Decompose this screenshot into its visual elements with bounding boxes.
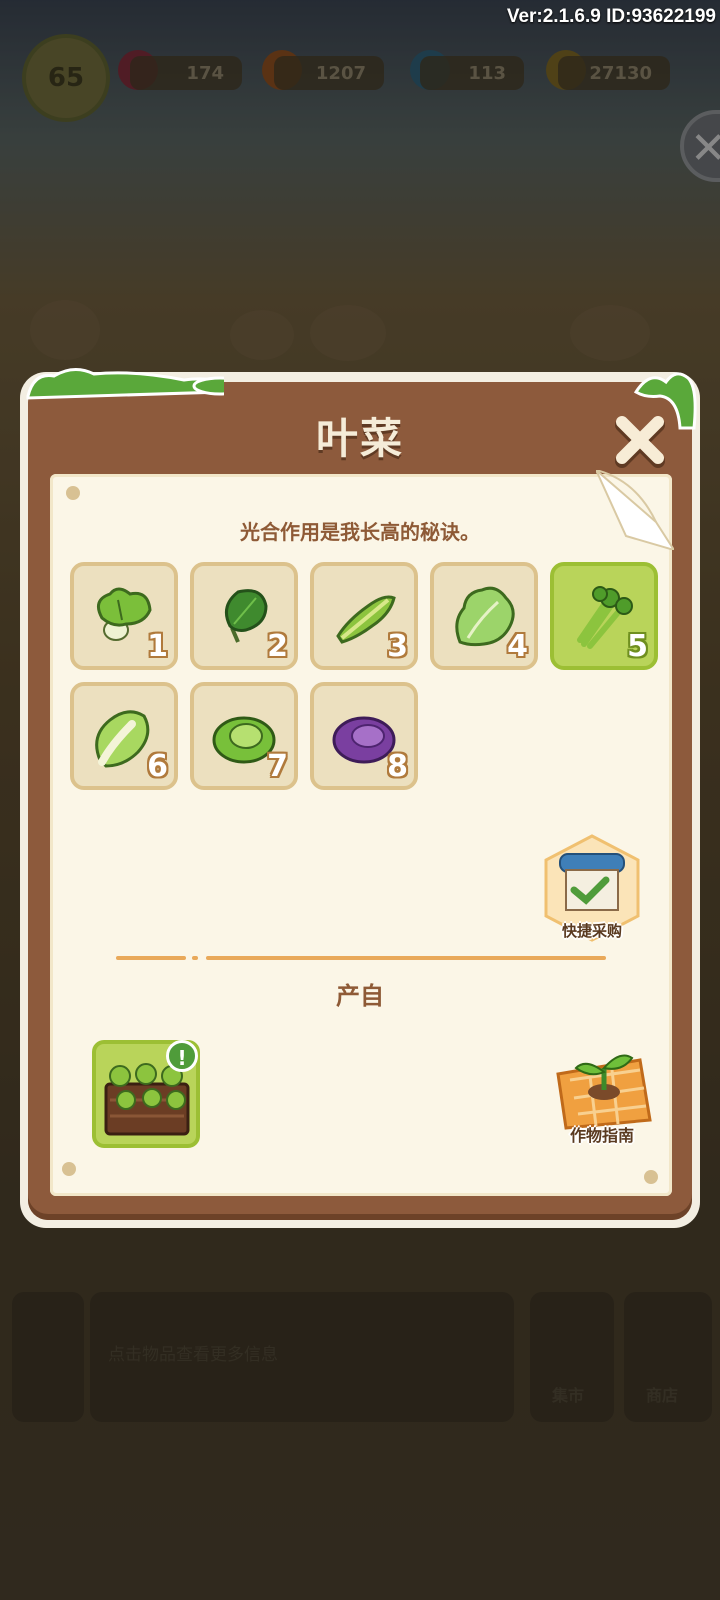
item-tile-level-8[interactable]: 8 (310, 682, 418, 790)
close-icon[interactable] (612, 412, 668, 468)
item-level: 5 (627, 629, 648, 664)
crop-guide-button[interactable] (550, 1040, 654, 1130)
item-level: 3 (387, 629, 408, 664)
item-level: 8 (387, 749, 408, 784)
item-tile-level-7[interactable]: 7 (190, 682, 298, 790)
item-level: 4 (507, 629, 528, 664)
item-level: 7 (267, 749, 288, 784)
divider (192, 956, 198, 960)
item-tile-level-3[interactable]: 3 (310, 562, 418, 670)
item-level: 2 (267, 629, 288, 664)
item-description: 光合作用是我长高的秘诀。 (240, 520, 480, 544)
paper-pin (644, 1170, 658, 1184)
alert-icon: ! (166, 1040, 198, 1072)
item-tile-level-2[interactable]: 2 (190, 562, 298, 670)
item-tile-level-1[interactable]: 1 (70, 562, 178, 670)
produce-from-title: 产自 (336, 982, 384, 1010)
paper-pin (62, 1162, 76, 1176)
divider (116, 956, 186, 960)
item-tile-level-6[interactable]: 6 (70, 682, 178, 790)
version-label: Ver:2.1.6.9 ID:93622199 (506, 6, 716, 27)
paper-pin (66, 486, 80, 500)
crop-guide-label: 作物指南 (569, 1126, 634, 1145)
quick-buy-label: 快捷采购 (561, 922, 622, 940)
item-tile-level-4[interactable]: 4 (430, 562, 538, 670)
divider (206, 956, 606, 960)
item-level: 1 (147, 629, 168, 664)
grass-decoration-icon (26, 368, 224, 400)
item-level: 6 (147, 749, 168, 784)
item-tile-level-5[interactable]: 5 (550, 562, 658, 670)
